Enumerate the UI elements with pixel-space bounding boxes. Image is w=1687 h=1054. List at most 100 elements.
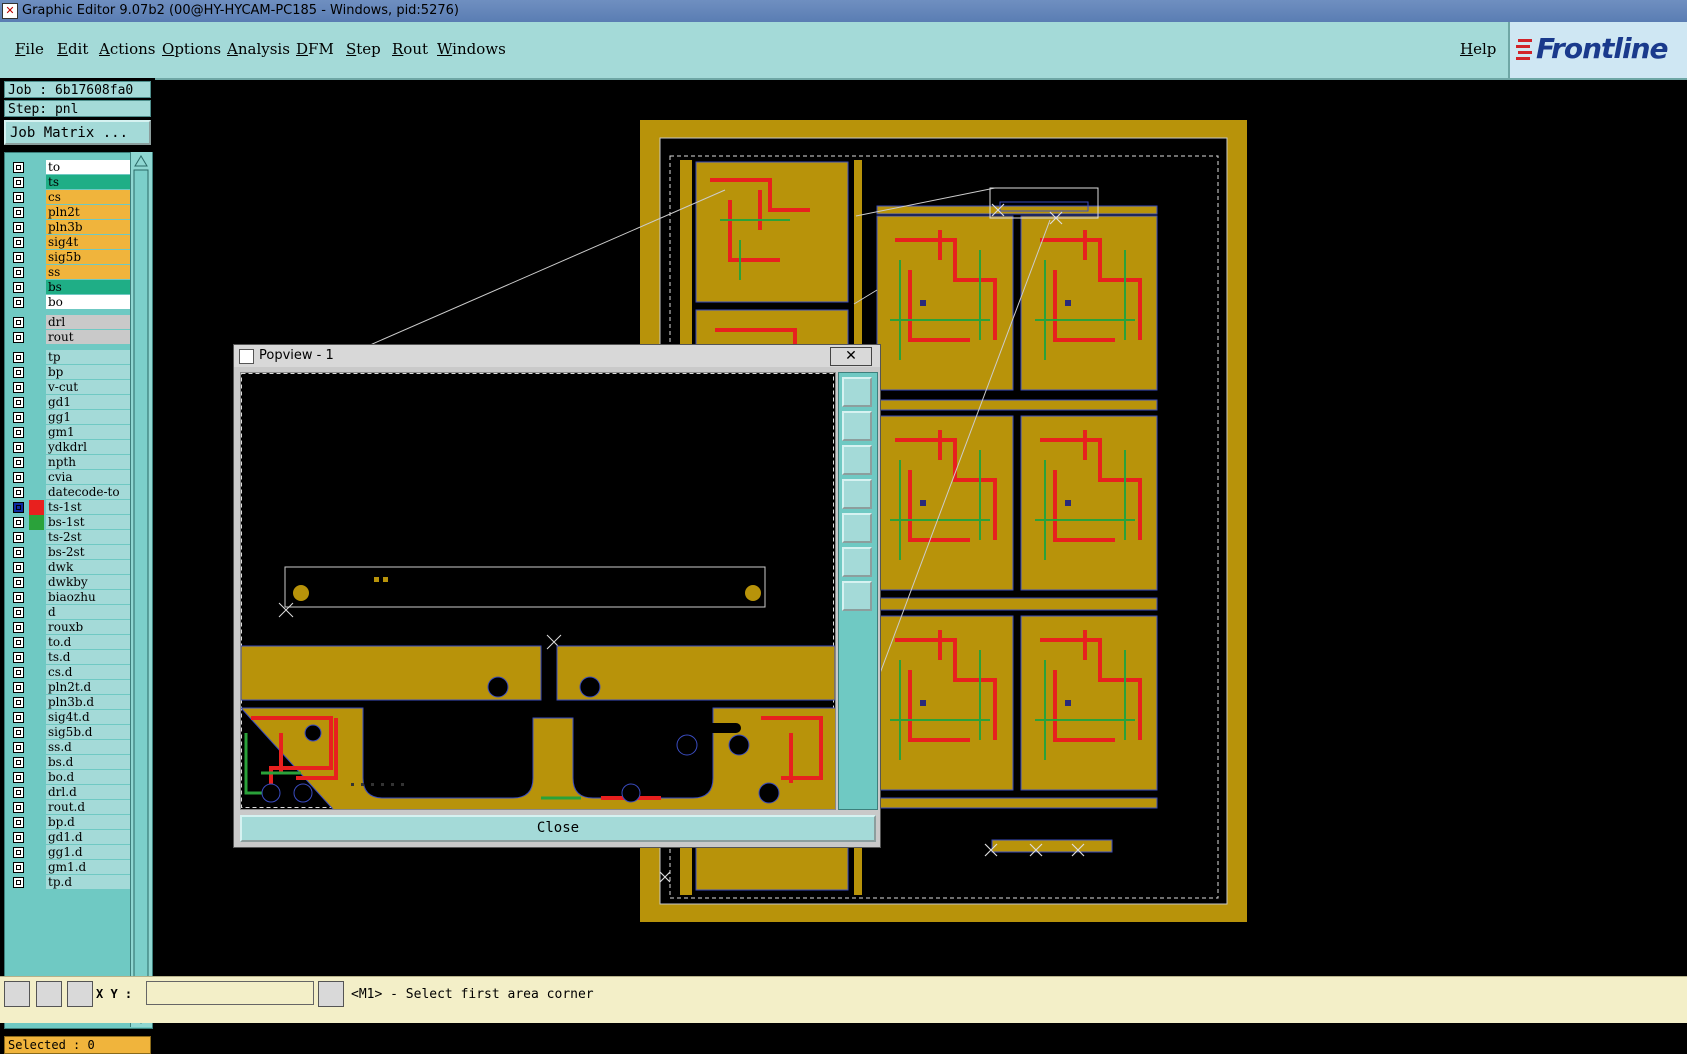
layer-checkbox[interactable] — [13, 532, 24, 543]
layer-name[interactable]: ts.d — [46, 650, 130, 664]
layer-name[interactable]: ss.d — [46, 740, 130, 754]
layer-name[interactable]: bs-2st — [46, 545, 130, 559]
layer-row[interactable]: sig4t — [9, 235, 130, 250]
layer-checkbox[interactable] — [13, 637, 24, 648]
layer-row[interactable]: rout.d — [9, 800, 130, 815]
layer-name[interactable]: dwk — [46, 560, 130, 574]
layer-name[interactable]: ts-2st — [46, 530, 130, 544]
layer-name[interactable]: d — [46, 605, 130, 619]
layer-row[interactable]: drl — [9, 315, 130, 330]
layer-checkbox[interactable] — [13, 192, 24, 203]
layer-checkbox[interactable] — [13, 547, 24, 558]
layer-checkbox[interactable] — [13, 742, 24, 753]
layer-checkbox[interactable] — [13, 207, 24, 218]
layer-checkbox[interactable] — [13, 382, 24, 393]
layer-row[interactable]: cvia — [9, 470, 130, 485]
layer-checkbox[interactable] — [13, 222, 24, 233]
layer-name[interactable]: cs — [46, 190, 130, 204]
layer-name[interactable]: sig4t.d — [46, 710, 130, 724]
layer-row[interactable]: gg1 — [9, 410, 130, 425]
layer-checkbox[interactable] — [13, 607, 24, 618]
layer-checkbox[interactable] — [13, 282, 24, 293]
layer-name[interactable]: bs-1st — [46, 515, 130, 529]
layer-row[interactable]: gd1.d — [9, 830, 130, 845]
layer-name[interactable]: drl — [46, 315, 130, 329]
layer-checkbox[interactable] — [13, 352, 24, 363]
layer-name[interactable]: pln2t.d — [46, 680, 130, 694]
menu-dfm[interactable]: DFM — [296, 40, 334, 58]
layer-name[interactable]: ts — [46, 175, 130, 189]
layer-row[interactable]: v-cut — [9, 380, 130, 395]
pan-down-icon[interactable] — [842, 445, 872, 475]
layer-checkbox[interactable] — [13, 802, 24, 813]
zoom-fit-icon[interactable] — [842, 547, 872, 577]
layer-name[interactable]: drl.d — [46, 785, 130, 799]
layer-name[interactable]: gm1 — [46, 425, 130, 439]
layer-name[interactable]: bs — [46, 280, 130, 294]
info-icon[interactable] — [318, 981, 344, 1007]
layer-row[interactable]: drl.d — [9, 785, 130, 800]
layer-name[interactable]: tp.d — [46, 875, 130, 889]
layer-row[interactable]: bs.d — [9, 755, 130, 770]
layer-color-swatch[interactable] — [29, 515, 44, 530]
layer-row[interactable]: gg1.d — [9, 845, 130, 860]
layer-name[interactable]: rouxb — [46, 620, 130, 634]
layer-name[interactable]: bp.d — [46, 815, 130, 829]
grid-icon[interactable] — [67, 981, 93, 1007]
layer-checkbox[interactable] — [13, 757, 24, 768]
layer-row[interactable]: bp.d — [9, 815, 130, 830]
layer-row[interactable]: ss — [9, 265, 130, 280]
layer-row[interactable]: gm1 — [9, 425, 130, 440]
layer-row[interactable]: pln3b — [9, 220, 130, 235]
layer-row[interactable]: dwk — [9, 560, 130, 575]
layer-name[interactable]: rout.d — [46, 800, 130, 814]
layer-row[interactable]: to — [9, 160, 130, 175]
layer-checkbox[interactable] — [13, 252, 24, 263]
layer-checkbox[interactable] — [13, 297, 24, 308]
layer-row[interactable]: pln2t — [9, 205, 130, 220]
layer-row[interactable]: bs-1st — [9, 515, 130, 530]
layer-row[interactable]: pln3b.d — [9, 695, 130, 710]
menu-analysis[interactable]: Analysis — [227, 40, 290, 58]
layer-name[interactable]: pln3b.d — [46, 695, 130, 709]
layer-name[interactable]: gd1.d — [46, 830, 130, 844]
menu-windows[interactable]: Windows — [437, 40, 506, 58]
popview-close-x-button[interactable]: ✕ — [830, 347, 872, 366]
layer-row[interactable]: ts — [9, 175, 130, 190]
layer-name[interactable]: sig4t — [46, 235, 130, 249]
layer-row[interactable]: sig5b.d — [9, 725, 130, 740]
layer-scrollbar[interactable] — [130, 152, 152, 1027]
layer-checkbox[interactable] — [13, 427, 24, 438]
layer-checkbox[interactable] — [13, 502, 24, 513]
layer-name[interactable]: gd1 — [46, 395, 130, 409]
layer-checkbox[interactable] — [13, 367, 24, 378]
layer-row[interactable]: rouxb — [9, 620, 130, 635]
job-matrix-button[interactable]: Job Matrix ... — [4, 120, 151, 145]
layer-checkbox[interactable] — [13, 622, 24, 633]
layer-name[interactable]: npth — [46, 455, 130, 469]
layer-name[interactable]: sig5b.d — [46, 725, 130, 739]
zoom-home-icon[interactable] — [842, 581, 872, 611]
layer-checkbox[interactable] — [13, 162, 24, 173]
menu-actions[interactable]: Actions — [99, 40, 155, 58]
layer-row[interactable]: ydkdrl — [9, 440, 130, 455]
layer-row[interactable]: bs-2st — [9, 545, 130, 560]
layer-checkbox[interactable] — [13, 652, 24, 663]
snap-icon[interactable] — [36, 981, 62, 1007]
layer-checkbox[interactable] — [13, 397, 24, 408]
layer-name[interactable]: bp — [46, 365, 130, 379]
layer-checkbox[interactable] — [13, 332, 24, 343]
layer-name[interactable]: bs.d — [46, 755, 130, 769]
popview-close-button[interactable]: Close — [240, 815, 876, 842]
layer-checkbox[interactable] — [13, 237, 24, 248]
layer-name[interactable]: tp — [46, 350, 130, 364]
layer-row[interactable]: bp — [9, 365, 130, 380]
layer-row[interactable]: ts.d — [9, 650, 130, 665]
layer-name[interactable]: pln3b — [46, 220, 130, 234]
layer-row[interactable]: tp.d — [9, 875, 130, 890]
layer-checkbox[interactable] — [13, 832, 24, 843]
layer-checkbox[interactable] — [13, 592, 24, 603]
layer-row[interactable]: sig5b — [9, 250, 130, 265]
layer-name[interactable]: to — [46, 160, 130, 174]
zoom-window-icon[interactable] — [842, 377, 872, 407]
